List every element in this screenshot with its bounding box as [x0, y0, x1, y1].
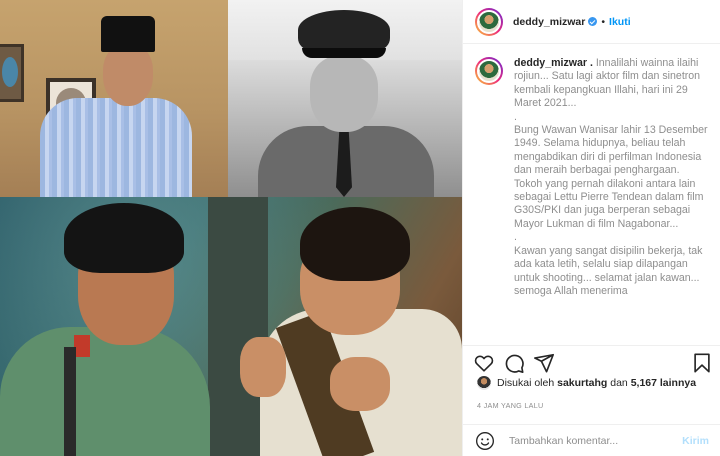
comment-input[interactable] — [509, 434, 683, 447]
post-comment-button[interactable]: Kirim — [682, 435, 709, 447]
post-timestamp[interactable]: 4 JAM YANG LALU — [477, 401, 544, 410]
photo-film-still — [0, 197, 462, 456]
caption-username[interactable]: deddy_mizwar . — [514, 57, 593, 69]
comment-icon[interactable] — [503, 352, 525, 374]
likes-line[interactable]: Disukai oleh sakurtahg dan 5,167 lainnya — [477, 376, 696, 390]
post-header: deddy_mizwar • Ikuti — [463, 0, 720, 44]
likes-prefix: Disukai oleh — [497, 377, 555, 389]
photo-portrait-uniform — [228, 0, 462, 197]
comment-bar: Kirim — [463, 424, 720, 456]
post-image[interactable] — [0, 0, 462, 456]
caption-avatar[interactable] — [475, 57, 503, 85]
share-icon[interactable] — [533, 352, 555, 374]
avatar[interactable] — [475, 7, 503, 36]
photo-portrait-peci — [0, 0, 228, 197]
likes-and: dan — [610, 377, 628, 389]
follow-button[interactable]: Ikuti — [609, 16, 631, 28]
caption-text-block: deddy_mizwar . Innalilahi wainna ilaihi … — [514, 57, 709, 298]
caption-body: Innalilahi wainna ilaihi rojiun... Satu … — [514, 57, 708, 297]
header-separator: • — [601, 15, 606, 28]
liker-avatar — [477, 376, 491, 390]
verified-badge-icon — [588, 17, 598, 26]
smiley-icon[interactable] — [475, 431, 495, 451]
bookmark-icon[interactable] — [691, 352, 713, 374]
heart-icon[interactable] — [473, 352, 495, 374]
liker-username[interactable]: sakurtahg — [557, 377, 607, 389]
action-bar — [463, 345, 720, 373]
post-username[interactable]: deddy_mizwar — [513, 16, 585, 28]
caption-section[interactable]: deddy_mizwar . Innalilahi wainna ilaihi … — [463, 57, 720, 340]
post-sidebar: deddy_mizwar • Ikuti deddy_mizwar . Inna… — [462, 0, 720, 456]
likes-count[interactable]: 5,167 lainnya — [631, 377, 696, 389]
